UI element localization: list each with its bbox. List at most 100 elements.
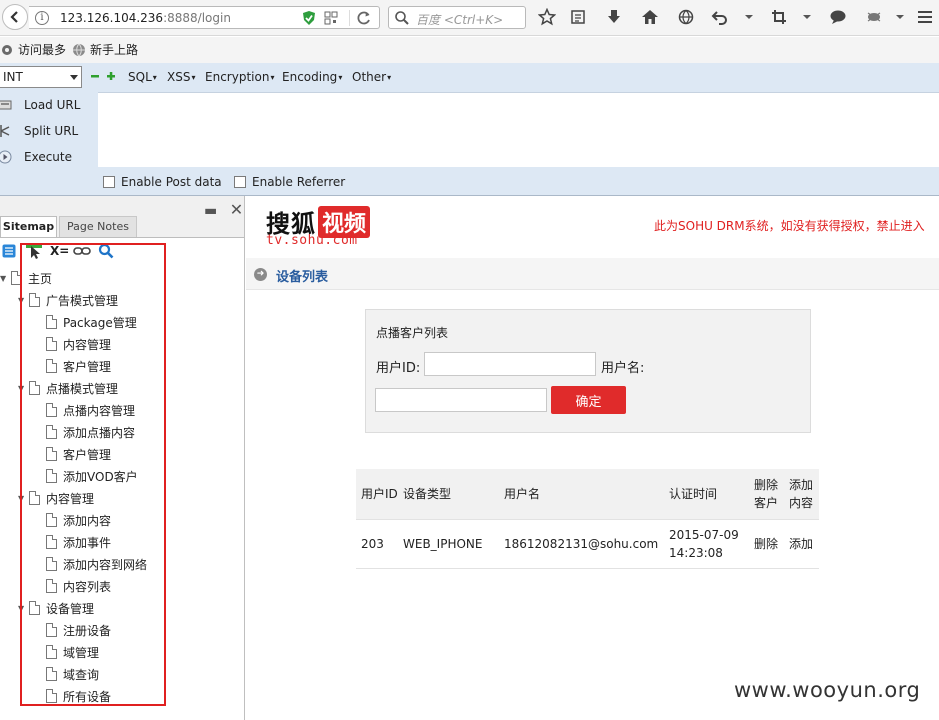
shield-icon[interactable] <box>302 10 316 26</box>
tree-node[interactable]: 客户管理 <box>46 444 111 464</box>
checkbox-box[interactable] <box>234 176 246 188</box>
menu-sql[interactable]: SQL <box>128 70 157 84</box>
page-icon <box>46 315 57 329</box>
enable-post-data-checkbox[interactable]: Enable Post data <box>103 175 222 189</box>
chevron-down-icon[interactable] <box>796 7 818 27</box>
tree-node[interactable]: 点播内容管理 <box>46 400 135 420</box>
cursor-icon[interactable] <box>26 242 42 260</box>
menu-other[interactable]: Other <box>352 70 391 84</box>
tree-node[interactable]: 添加内容到网络 <box>46 554 147 574</box>
tree-node[interactable]: Package管理 <box>46 312 137 332</box>
menu-encoding[interactable]: Encoding <box>282 70 342 84</box>
chevron-down-icon[interactable] <box>738 7 760 27</box>
bookmark-most-visited[interactable]: 访问最多 <box>0 41 66 58</box>
tab-page-notes[interactable]: Page Notes <box>59 216 137 237</box>
link-icon[interactable] <box>73 242 91 260</box>
sitemap-list-icon[interactable] <box>2 242 16 260</box>
tree-node[interactable]: 注册设备 <box>46 620 111 640</box>
tree-node-label: 域查询 <box>63 667 100 682</box>
address-bar[interactable]: i 123.126.104.236:8888/login <box>29 6 380 29</box>
bug-icon[interactable] <box>863 7 885 27</box>
menu-encryption[interactable]: Encryption <box>205 70 274 84</box>
tree-node[interactable]: ▼ 主页 <box>0 268 52 288</box>
checkbox-box[interactable] <box>103 176 115 188</box>
split-url-button[interactable]: Split URL <box>0 120 78 142</box>
variable-button[interactable]: X= <box>50 242 69 260</box>
column-header-username: 用户名 <box>499 469 664 520</box>
tree-node[interactable]: ▼ 内容管理 <box>18 488 94 508</box>
search-icon[interactable] <box>394 10 410 26</box>
download-icon[interactable] <box>603 7 625 27</box>
tree-node[interactable]: 添加事件 <box>46 532 111 552</box>
expand-toggle-icon[interactable]: ▼ <box>18 604 26 613</box>
expand-toggle-icon[interactable]: ▼ <box>0 274 8 283</box>
tree-node-label: 内容列表 <box>63 579 112 594</box>
tree-node[interactable]: ▼ 设备管理 <box>18 598 94 618</box>
delete-link[interactable]: 删除 <box>749 519 784 569</box>
home-icon[interactable] <box>639 7 661 27</box>
tree-node[interactable]: 客户管理 <box>46 356 111 376</box>
search-icon[interactable] <box>98 242 114 260</box>
star-icon[interactable] <box>536 7 558 27</box>
tree-node-label: 设备管理 <box>46 601 95 616</box>
browser-navbar: i 123.126.104.236:8888/login 百度 <Ctrl+K> <box>0 0 939 36</box>
add-link[interactable]: 添加 <box>784 519 819 569</box>
address-text[interactable]: 123.126.104.236:8888/login <box>60 11 231 25</box>
close-icon[interactable]: ✕ <box>230 200 243 219</box>
minimize-icon[interactable]: ▬ <box>204 203 217 219</box>
table-row: 203 WEB_IPHONE 18612082131@sohu.com 2015… <box>356 519 819 569</box>
tab-sitemap[interactable]: Sitemap <box>0 216 57 237</box>
enable-post-data-label: Enable Post data <box>121 175 222 189</box>
tree-node[interactable]: 内容列表 <box>46 576 111 596</box>
reload-icon[interactable] <box>356 10 372 26</box>
int-select[interactable]: INT <box>0 66 82 88</box>
arrow-right-icon: ➜ <box>254 268 267 281</box>
tree-node[interactable]: 添加点播内容 <box>46 422 135 442</box>
tree-node[interactable]: 域查询 <box>46 664 99 684</box>
page-icon <box>46 469 57 483</box>
globe-icon <box>73 43 85 56</box>
crop-icon[interactable] <box>768 7 790 27</box>
reading-list-icon[interactable] <box>567 7 589 27</box>
info-icon[interactable]: i <box>35 11 49 25</box>
chevron-down-icon <box>70 75 78 80</box>
tree-node[interactable]: 域管理 <box>46 642 99 662</box>
column-header-delete-customer: 删除 客户 <box>749 469 784 520</box>
tree-node[interactable]: ▼ 点播模式管理 <box>18 378 118 398</box>
expand-toggle-icon[interactable]: ▼ <box>18 384 26 393</box>
menu-icon[interactable] <box>914 7 936 27</box>
drm-notice: 此为SOHU DRM系统，如没有获得授权，禁止进入 <box>654 219 925 233</box>
chat-icon[interactable] <box>827 7 849 27</box>
tree-node[interactable]: 添加内容 <box>46 510 111 530</box>
chevron-down-icon[interactable] <box>889 7 911 27</box>
plus-icon[interactable] <box>106 71 116 81</box>
tree-node[interactable]: 内容管理 <box>46 334 111 354</box>
search-bar[interactable]: 百度 <Ctrl+K> <box>388 6 526 29</box>
tree-node[interactable]: 所有设备 <box>46 686 111 706</box>
tree-node-label: 所有设备 <box>63 689 112 704</box>
minus-icon[interactable] <box>90 71 100 81</box>
urlbar-divider <box>349 10 350 26</box>
enable-referrer-checkbox[interactable]: Enable Referrer <box>234 175 345 189</box>
column-header-device-type: 设备类型 <box>398 469 499 520</box>
tree-node[interactable]: 添加VOD客户 <box>46 466 138 486</box>
username-input[interactable] <box>375 388 547 412</box>
tree-node[interactable]: ▼ 广告模式管理 <box>18 290 118 310</box>
hackbar: INT SQL XSS Encryption Encoding Other Lo… <box>0 63 939 196</box>
confirm-button[interactable]: 确定 <box>551 386 626 414</box>
tree-node-label: 注册设备 <box>63 623 112 638</box>
expand-toggle-icon[interactable]: ▼ <box>18 296 26 305</box>
bookmark-getting-started[interactable]: 新手上路 <box>72 41 138 58</box>
web-icon[interactable] <box>675 7 697 27</box>
qr-code-icon[interactable] <box>324 11 338 25</box>
load-url-button[interactable]: Load URL <box>0 94 80 116</box>
sitemap-tree-area: X= ▼ 主页 ▼ 广告模式管理 Package管理 内容管理 客户管理 ▼ 点播模式管理 点播内… <box>0 237 244 720</box>
menu-xss[interactable]: XSS <box>167 70 195 84</box>
cell-auth-time: 2015-07-09 14:23:08 <box>664 519 749 569</box>
execute-button[interactable]: Execute <box>0 146 72 168</box>
hackbar-url-textarea[interactable] <box>98 92 939 167</box>
back-button[interactable] <box>2 4 28 30</box>
expand-toggle-icon[interactable]: ▼ <box>18 494 26 503</box>
user-id-input[interactable] <box>424 352 596 376</box>
undo-icon[interactable] <box>709 7 731 27</box>
